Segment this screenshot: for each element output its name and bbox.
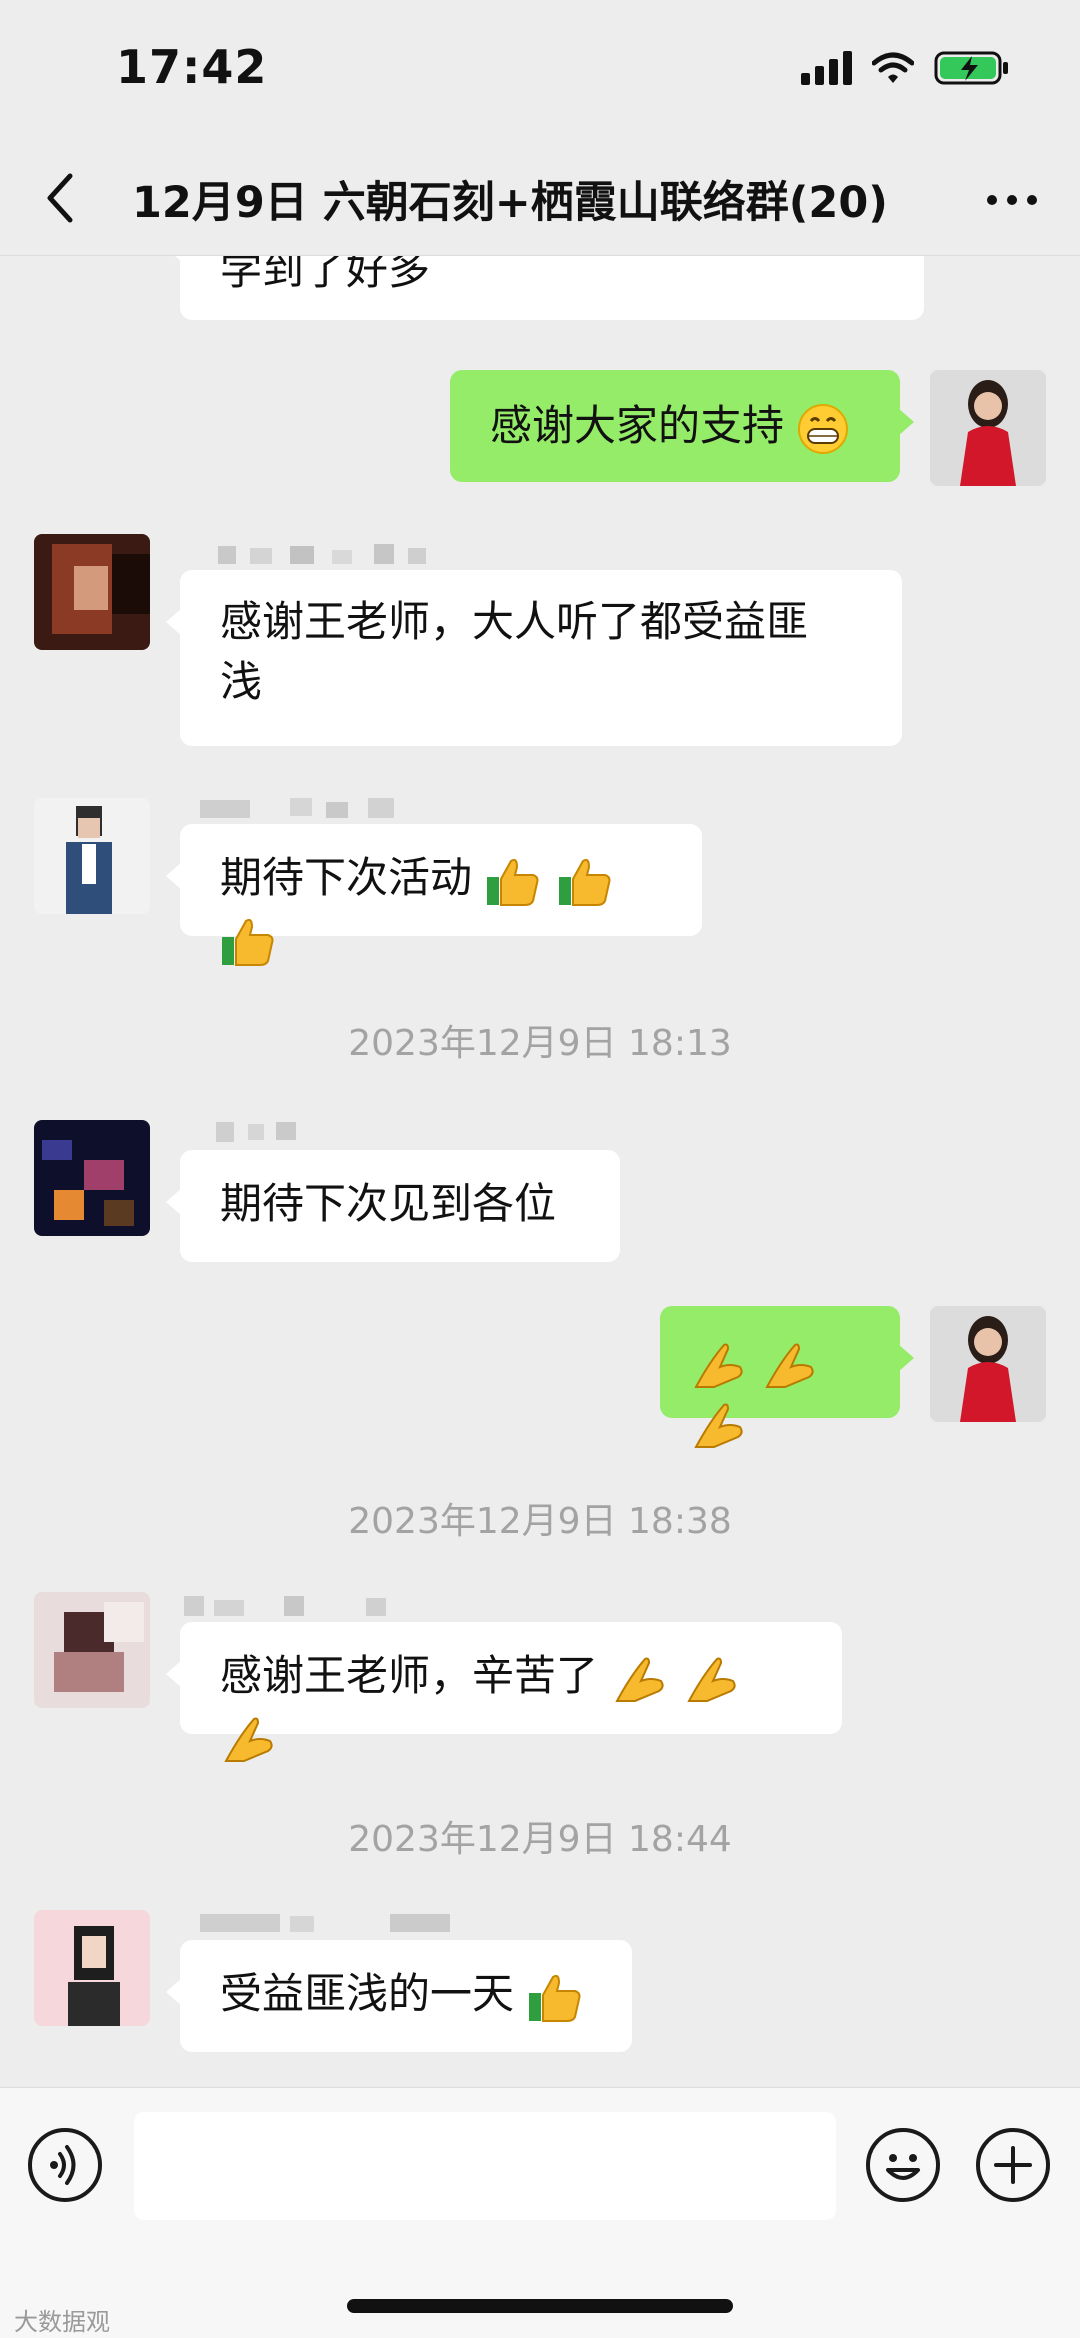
status-time: 17:42 <box>116 40 268 94</box>
chat-title: 12月9日 六朝石刻+栖霞山联络群(20) <box>132 178 888 228</box>
praying-hands-emoji-icon <box>765 1343 814 1388</box>
status-icons <box>801 50 1010 86</box>
voice-icon <box>50 2145 76 2185</box>
message-bubble[interactable]: 受益匪浅的一天 <box>166 1940 632 2052</box>
praying-hands-emoji-icon <box>224 1717 273 1762</box>
praying-hands-emoji-icon <box>694 1343 743 1388</box>
message-text: 感谢王老师，辛苦了 <box>220 1651 599 1700</box>
timestamp: 2023年12月9日 18:38 <box>348 1501 732 1542</box>
message-bubble[interactable]: 感谢王老师，辛苦了 <box>166 1622 842 1762</box>
message-text: 感谢大家的支持 <box>490 401 785 450</box>
avatar[interactable] <box>34 1120 150 1236</box>
message-input[interactable] <box>134 2112 836 2220</box>
avatar[interactable] <box>34 1592 150 1708</box>
my-avatar[interactable] <box>930 1306 1046 1422</box>
thumbs-up-emoji-icon <box>222 918 274 966</box>
message-text: 学到了好多 <box>220 256 431 294</box>
message-text: 受益匪浅的一天 <box>220 1969 515 2018</box>
my-avatar[interactable] <box>930 370 1046 486</box>
battery-charging-icon <box>934 51 1008 85</box>
more-dots-icon[interactable] <box>982 180 1042 220</box>
sender-name-blurred <box>218 544 426 564</box>
message-text-line: 浅 <box>220 657 263 706</box>
thumbs-up-emoji-icon <box>558 858 611 906</box>
praying-hands-emoji-icon <box>615 1657 664 1702</box>
sender-name-blurred <box>200 1914 450 1932</box>
timestamp: 2023年12月9日 18:44 <box>348 1819 732 1860</box>
status-bar: 17:42 <box>0 0 1080 150</box>
praying-hands-emoji-icon <box>694 1403 743 1448</box>
chevron-left-icon[interactable] <box>40 168 80 228</box>
avatar[interactable] <box>34 534 150 650</box>
chat-header: 12月9日 六朝石刻+栖霞山联络群(20) <box>0 150 1080 256</box>
wifi-icon <box>872 52 914 83</box>
sender-name-blurred <box>216 1122 296 1142</box>
cellular-signal-icon <box>801 51 852 85</box>
more-actions-button[interactable] <box>976 2128 1050 2202</box>
thumbs-up-emoji-icon <box>487 858 539 906</box>
plus-icon <box>994 2146 1032 2184</box>
emoji-icon <box>886 2154 920 2180</box>
message-bubble[interactable]: 感谢王老师，大人听了都受益匪 浅 <box>166 570 902 746</box>
message-bubble-sent[interactable] <box>660 1306 914 1448</box>
avatar[interactable] <box>34 798 150 914</box>
message-text: 期待下次活动 <box>220 853 473 902</box>
watermark: 大数据观 <box>14 2308 110 2336</box>
message-bubble[interactable]: 期待下次活动 <box>166 824 702 966</box>
message-text: 期待下次见到各位 <box>220 1179 557 1228</box>
voice-button[interactable] <box>28 2128 102 2202</box>
message-bubble-sent[interactable]: 感谢大家的支持 <box>450 370 914 482</box>
message-text-line: 感谢王老师，大人听了都受益匪 <box>220 597 809 646</box>
home-indicator <box>347 2299 733 2313</box>
sender-name-blurred <box>184 1596 386 1616</box>
praying-hands-emoji-icon <box>687 1657 736 1702</box>
message-bubble[interactable]: 期待下次见到各位 <box>166 1150 620 1262</box>
thumbs-up-emoji-icon <box>529 1974 581 2022</box>
message-bubble[interactable]: 学到了好多 <box>166 256 924 320</box>
avatar[interactable] <box>34 1910 150 2026</box>
message-list[interactable]: 学到了好多 感谢大家的支持 感谢王老师，大人听了都受益匪 浅 期待下次活动 20… <box>0 256 1080 2086</box>
emoji-button[interactable] <box>866 2128 940 2202</box>
timestamp: 2023年12月9日 18:13 <box>348 1023 732 1064</box>
grin-emoji-icon <box>798 403 849 454</box>
sender-name-blurred <box>200 798 394 818</box>
